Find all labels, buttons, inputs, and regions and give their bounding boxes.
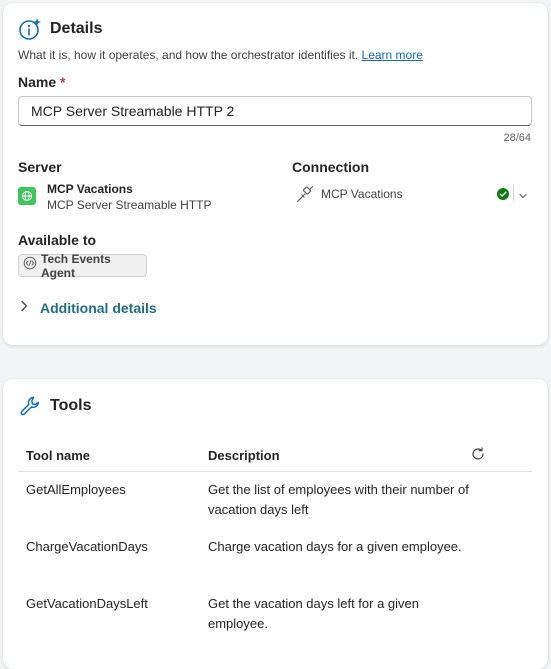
agent-chip[interactable]: Tech Events Agent xyxy=(18,251,147,280)
refresh-icon[interactable] xyxy=(470,446,486,465)
column-header-tool-name[interactable]: Tool name xyxy=(18,439,200,472)
wrench-icon xyxy=(19,395,41,422)
table-row[interactable]: ChargeVacationDays Charge vacation days … xyxy=(18,529,532,586)
connection-divider xyxy=(513,185,514,201)
info-sparkle-icon xyxy=(18,17,42,46)
additional-details-toggle[interactable]: Additional details xyxy=(19,299,157,317)
details-card: Details What it is, how it operates, and… xyxy=(3,3,548,345)
tools-table-header: Tool name Description xyxy=(18,439,532,472)
name-character-counter: 28/64 xyxy=(503,132,531,144)
column-header-description-text: Description xyxy=(208,447,280,463)
server-type: MCP Server Streamable HTTP xyxy=(47,198,212,212)
additional-details-label: Additional details xyxy=(40,300,157,316)
name-label-text: Name xyxy=(18,74,57,90)
chevron-down-icon[interactable] xyxy=(518,188,528,206)
server-label: Server xyxy=(18,159,62,175)
connection-name: MCP Vacations xyxy=(321,187,403,201)
details-title: Details xyxy=(50,20,103,37)
tool-name-cell: ChargeVacationDays xyxy=(26,538,148,554)
plug-icon xyxy=(296,185,314,208)
available-to-label: Available to xyxy=(18,232,97,248)
tool-description-cell: Charge vacation days for a given employe… xyxy=(208,538,462,554)
tools-card: Tools Tool name Description GetAllEmploy… xyxy=(3,379,548,669)
name-input[interactable]: MCP Server Streamable HTTP 2 xyxy=(18,96,532,126)
details-subtitle: What it is, how it operates, and how the… xyxy=(18,48,423,62)
required-mark: * xyxy=(60,74,66,90)
tools-title: Tools xyxy=(50,397,92,414)
tool-name-cell: GetVacationDaysLeft xyxy=(26,595,148,611)
tool-description-cell: Get the list of employees with their num… xyxy=(208,482,469,517)
check-circle-icon xyxy=(497,187,509,205)
details-subtitle-text: What it is, how it operates, and how the… xyxy=(18,48,359,62)
column-header-description[interactable]: Description xyxy=(200,439,532,472)
code-icon xyxy=(23,256,37,275)
server-name: MCP Vacations xyxy=(47,182,133,196)
tools-table: Tool name Description GetAllEmployees Ge… xyxy=(18,439,532,643)
connection-label: Connection xyxy=(292,159,369,175)
globe-icon xyxy=(18,187,36,205)
learn-more-link[interactable]: Learn more xyxy=(362,48,423,62)
table-row[interactable]: GetAllEmployees Get the list of employee… xyxy=(18,472,532,529)
tool-name-cell: GetAllEmployees xyxy=(26,482,126,497)
name-label: Name * xyxy=(18,74,65,90)
table-row[interactable]: GetVacationDaysLeft Get the vacation day… xyxy=(18,586,532,643)
chevron-right-icon xyxy=(19,299,29,317)
agent-chip-label: Tech Events Agent xyxy=(41,251,111,280)
tool-description-cell: Get the vacation days left for a given e… xyxy=(208,595,420,631)
